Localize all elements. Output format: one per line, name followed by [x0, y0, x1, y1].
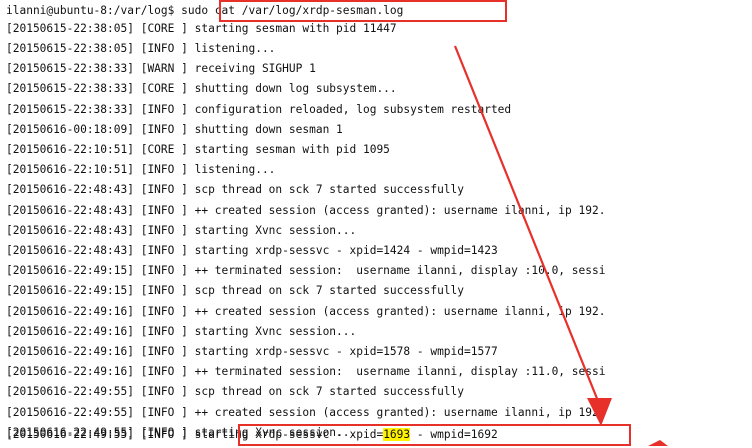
log-line: [20150616-22:49:16] [INFO ] ++ terminate… — [6, 365, 606, 379]
log-line: [20150616-22:48:43] [INFO ] starting Xvn… — [6, 223, 357, 237]
log-line: [20150615-22:38:33] [CORE ] shutting dow… — [6, 82, 397, 96]
prompt-user-host-path: ilanni@ubuntu-8:/var/log$ — [6, 4, 182, 17]
log-line: [20150615-22:38:05] [CORE ] starting ses… — [6, 21, 397, 35]
prompt-line: ilanni@ubuntu-8:/var/log$ sudo cat /var/… — [6, 2, 752, 20]
log-line-highlighted: [20150616-22:49:55] [INFO ] starting xrd… — [6, 426, 752, 444]
terminal-output: ilanni@ubuntu-8:/var/log$ sudo cat /var/… — [0, 0, 752, 448]
log-line: [20150616-22:49:16] [INFO ] starting Xvn… — [6, 324, 357, 338]
log-line: [20150616-22:49:16] [INFO ] ++ created s… — [6, 304, 606, 318]
typed-command: sudo cat /var/log/xrdp-sesman.log — [181, 4, 404, 17]
log-line: [20150616-22:48:43] [INFO ] ++ created s… — [6, 203, 606, 217]
log-line: [20150616-22:10:51] [CORE ] starting ses… — [6, 142, 390, 156]
log-line: [20150615-22:38:33] [INFO ] configuratio… — [6, 102, 512, 116]
log-line: [20150615-22:38:05] [INFO ] listening... — [6, 41, 276, 55]
log-line: [20150616-22:48:43] [INFO ] starting xrd… — [6, 243, 498, 257]
log-line-message-start: starting xrdp-sessvc - xpid= — [194, 427, 384, 441]
log-line: [20150616-22:49:55] [INFO ] ++ created s… — [6, 405, 606, 419]
log-line: [20150616-22:49:15] [INFO ] scp thread o… — [6, 284, 465, 298]
log-line: [20150616-22:49:15] [INFO ] ++ terminate… — [6, 264, 606, 278]
log-line: [20150616-22:48:43] [INFO ] scp thread o… — [6, 183, 465, 197]
log-line: [20150616-22:49:55] [INFO ] scp thread o… — [6, 385, 465, 399]
highlighted-xpid: 1693 — [383, 427, 411, 441]
log-line: [20150616-22:49:16] [INFO ] starting xrd… — [6, 344, 498, 358]
log-line: [20150615-22:38:33] [WARN ] receiving SI… — [6, 62, 316, 76]
log-line: [20150616-00:18:09] [INFO ] shutting dow… — [6, 122, 343, 136]
log-line: [20150616-22:10:51] [INFO ] listening... — [6, 163, 276, 177]
log-line-prefix: [20150616-22:49:55] [INFO ] — [6, 427, 195, 441]
log-line-message-end: - wmpid=1692 — [410, 427, 498, 441]
